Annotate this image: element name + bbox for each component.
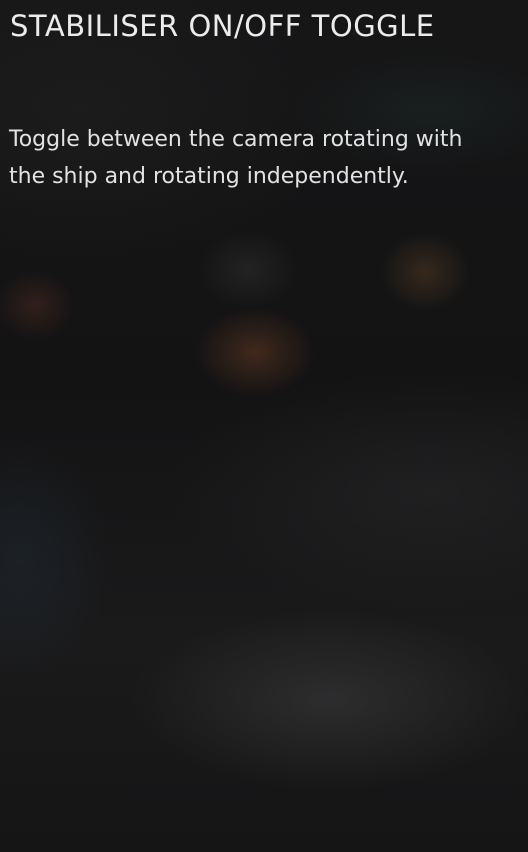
info-panel: STABILISER ON/OFF TOGGLE Toggle between … — [0, 0, 528, 852]
panel-title: STABILISER ON/OFF TOGGLE — [10, 9, 435, 43]
panel-description: Toggle between the camera rotating with … — [9, 127, 463, 189]
